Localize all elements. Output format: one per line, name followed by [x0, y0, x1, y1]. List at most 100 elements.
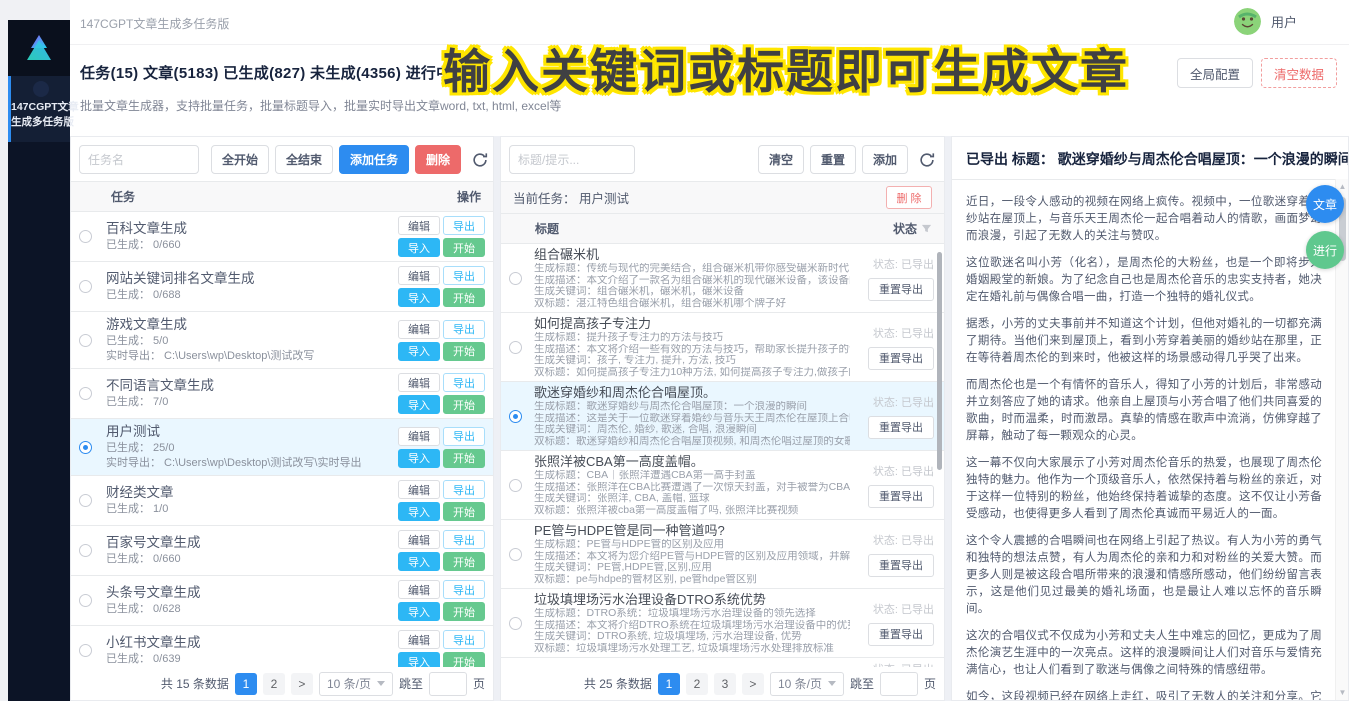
title-radio[interactable]	[509, 410, 522, 423]
delete-title-button[interactable]: 删 除	[886, 186, 932, 209]
start-button[interactable]: 开始	[443, 342, 485, 361]
edit-button[interactable]: 编辑	[398, 480, 440, 499]
global-config-button[interactable]: 全局配置	[1177, 58, 1253, 88]
task-radio[interactable]	[79, 544, 92, 557]
task-radio[interactable]	[79, 387, 92, 400]
edit-button[interactable]: 编辑	[398, 266, 440, 285]
add-task-button[interactable]: 添加任务	[339, 145, 409, 174]
table-row[interactable]: 网站关键词排名文章生成 已生成： 0/688 编辑 导出 导入 开始	[71, 262, 493, 312]
refresh-icon[interactable]	[471, 151, 489, 169]
page-button[interactable]: >	[291, 673, 313, 695]
import-button[interactable]: 导入	[398, 238, 440, 257]
page-button[interactable]: 3	[714, 673, 736, 695]
title-search-input[interactable]	[509, 145, 635, 174]
scroll-down-icon[interactable]: ▼	[1336, 688, 1349, 697]
title-radio[interactable]	[509, 479, 522, 492]
edit-button[interactable]: 编辑	[398, 320, 440, 339]
task-radio[interactable]	[79, 334, 92, 347]
list-item[interactable]: 歌迷穿婚纱和周杰伦合唱屋顶。 生成标题：歌迷穿婚纱与周杰伦合唱屋顶：一个浪漫的瞬…	[501, 382, 944, 451]
task-radio[interactable]	[79, 594, 92, 607]
task-radio[interactable]	[79, 230, 92, 243]
user-menu[interactable]: 用户	[1234, 8, 1297, 35]
page-button[interactable]: 1	[658, 673, 680, 695]
page-button[interactable]: 1	[235, 673, 257, 695]
task-radio[interactable]	[79, 644, 92, 657]
export-button[interactable]: 导出	[443, 630, 485, 649]
start-button[interactable]: 开始	[443, 652, 485, 667]
start-all-button[interactable]: 全开始	[211, 145, 269, 174]
export-button[interactable]: 导出	[443, 480, 485, 499]
title-radio[interactable]	[509, 617, 522, 630]
list-item[interactable]: 如何提高孩子专注力 生成标题：提升孩子专注力的方法与技巧 生成描述：本文将介绍一…	[501, 313, 944, 382]
user-avatar[interactable]	[1234, 8, 1261, 35]
table-row[interactable]: 头条号文章生成 已生成： 0/628 编辑 导出 导入 开始	[71, 576, 493, 626]
table-row[interactable]: 不同语言文章生成 已生成： 7/0 编辑 导出 导入 开始	[71, 369, 493, 419]
page-button[interactable]: 2	[263, 673, 285, 695]
task-radio[interactable]	[79, 494, 92, 507]
clear-button[interactable]: 清空	[758, 145, 804, 174]
add-title-button[interactable]: 添加	[862, 145, 908, 174]
table-row[interactable]: 百家号文章生成 已生成： 0/660 编辑 导出 导入 开始	[71, 526, 493, 576]
edit-button[interactable]: 编辑	[398, 427, 440, 446]
article-float-button[interactable]: 文章	[1306, 185, 1344, 223]
filter-icon[interactable]	[921, 223, 932, 234]
import-button[interactable]: 导入	[398, 395, 440, 414]
import-button[interactable]: 导入	[398, 288, 440, 307]
start-button[interactable]: 开始	[443, 502, 485, 521]
start-button[interactable]: 开始	[443, 288, 485, 307]
jump-page-input[interactable]	[880, 672, 918, 696]
page-button[interactable]: >	[742, 673, 764, 695]
table-row[interactable]: 用户测试 已生成： 25/0 实时导出： C:\Users\wp\Desktop…	[71, 419, 493, 476]
edit-button[interactable]: 编辑	[398, 580, 440, 599]
edit-button[interactable]: 编辑	[398, 530, 440, 549]
table-row[interactable]: 财经类文章 已生成： 1/0 编辑 导出 导入 开始	[71, 476, 493, 526]
clear-data-button[interactable]: 清空数据	[1261, 58, 1337, 88]
reset-button[interactable]: 重置	[810, 145, 856, 174]
task-radio[interactable]	[79, 280, 92, 293]
reset-export-button[interactable]: 重置导出	[868, 347, 934, 370]
import-button[interactable]: 导入	[398, 552, 440, 571]
task-name-input[interactable]	[79, 145, 199, 174]
reset-export-button[interactable]: 重置导出	[868, 485, 934, 508]
start-button[interactable]: 开始	[443, 602, 485, 621]
title-radio[interactable]	[509, 272, 522, 285]
table-row[interactable]: 百科文章生成 已生成： 0/660 编辑 导出 导入 开始	[71, 212, 493, 262]
table-row[interactable]: 游戏文章生成 已生成： 5/0 实时导出： C:\Users\wp\Deskto…	[71, 312, 493, 369]
reset-export-button[interactable]: 重置导出	[868, 554, 934, 577]
export-button[interactable]: 导出	[443, 320, 485, 339]
reset-export-button[interactable]: 重置导出	[868, 623, 934, 646]
title-radio[interactable]	[509, 548, 522, 561]
sidebar-item-app[interactable]: 147CGPT文章 生成多任务版	[8, 76, 70, 142]
export-button[interactable]: 导出	[443, 580, 485, 599]
edit-button[interactable]: 编辑	[398, 630, 440, 649]
edit-button[interactable]: 编辑	[398, 216, 440, 235]
page-size-select[interactable]: 10 条/页	[319, 672, 393, 696]
page-button[interactable]: 2	[686, 673, 708, 695]
list-item[interactable]: 张照洋被CBA第一高度盖帽。 生成标题：CBA｜张照洋遭遇CBA第一高手封盖 生…	[501, 451, 944, 520]
reset-export-button[interactable]: 重置导出	[868, 278, 934, 301]
titles-scrollbar-thumb[interactable]	[937, 252, 942, 470]
list-item[interactable]: PE管与HDPE管是同一种管道吗? 生成标题：PE管与HDPE管的区别及应用 生…	[501, 520, 944, 589]
start-button[interactable]: 开始	[443, 552, 485, 571]
import-button[interactable]: 导入	[398, 342, 440, 361]
import-button[interactable]: 导入	[398, 602, 440, 621]
export-button[interactable]: 导出	[443, 216, 485, 235]
export-button[interactable]: 导出	[443, 373, 485, 392]
list-item[interactable]: 泰安秀色美容有限公司的十大合作企业 生成标题：泰安秀色美容有限公司的十大合作企业…	[501, 658, 944, 667]
start-button[interactable]: 开始	[443, 238, 485, 257]
export-button[interactable]: 导出	[443, 530, 485, 549]
refresh-icon[interactable]	[918, 151, 936, 169]
start-button[interactable]: 开始	[443, 449, 485, 468]
task-radio[interactable]	[79, 441, 92, 454]
import-button[interactable]: 导入	[398, 502, 440, 521]
export-button[interactable]: 导出	[443, 266, 485, 285]
list-item[interactable]: 组合碾米机 生成标题：传统与现代的完美结合，组合碾米机带你感受碾米新时代 生成描…	[501, 244, 944, 313]
import-button[interactable]: 导入	[398, 652, 440, 667]
table-row[interactable]: 小红书文章生成 已生成： 0/639 编辑 导出 导入 开始	[71, 626, 493, 667]
jump-page-input[interactable]	[429, 672, 467, 696]
delete-task-button[interactable]: 删除	[415, 145, 461, 174]
list-item[interactable]: 垃圾填埋场污水治理设备DTRO系统优势 生成标题：DTRO系统：垃圾填埋场污水治…	[501, 589, 944, 658]
page-size-select[interactable]: 10 条/页	[770, 672, 844, 696]
running-float-button[interactable]: 进行	[1306, 231, 1344, 269]
edit-button[interactable]: 编辑	[398, 373, 440, 392]
